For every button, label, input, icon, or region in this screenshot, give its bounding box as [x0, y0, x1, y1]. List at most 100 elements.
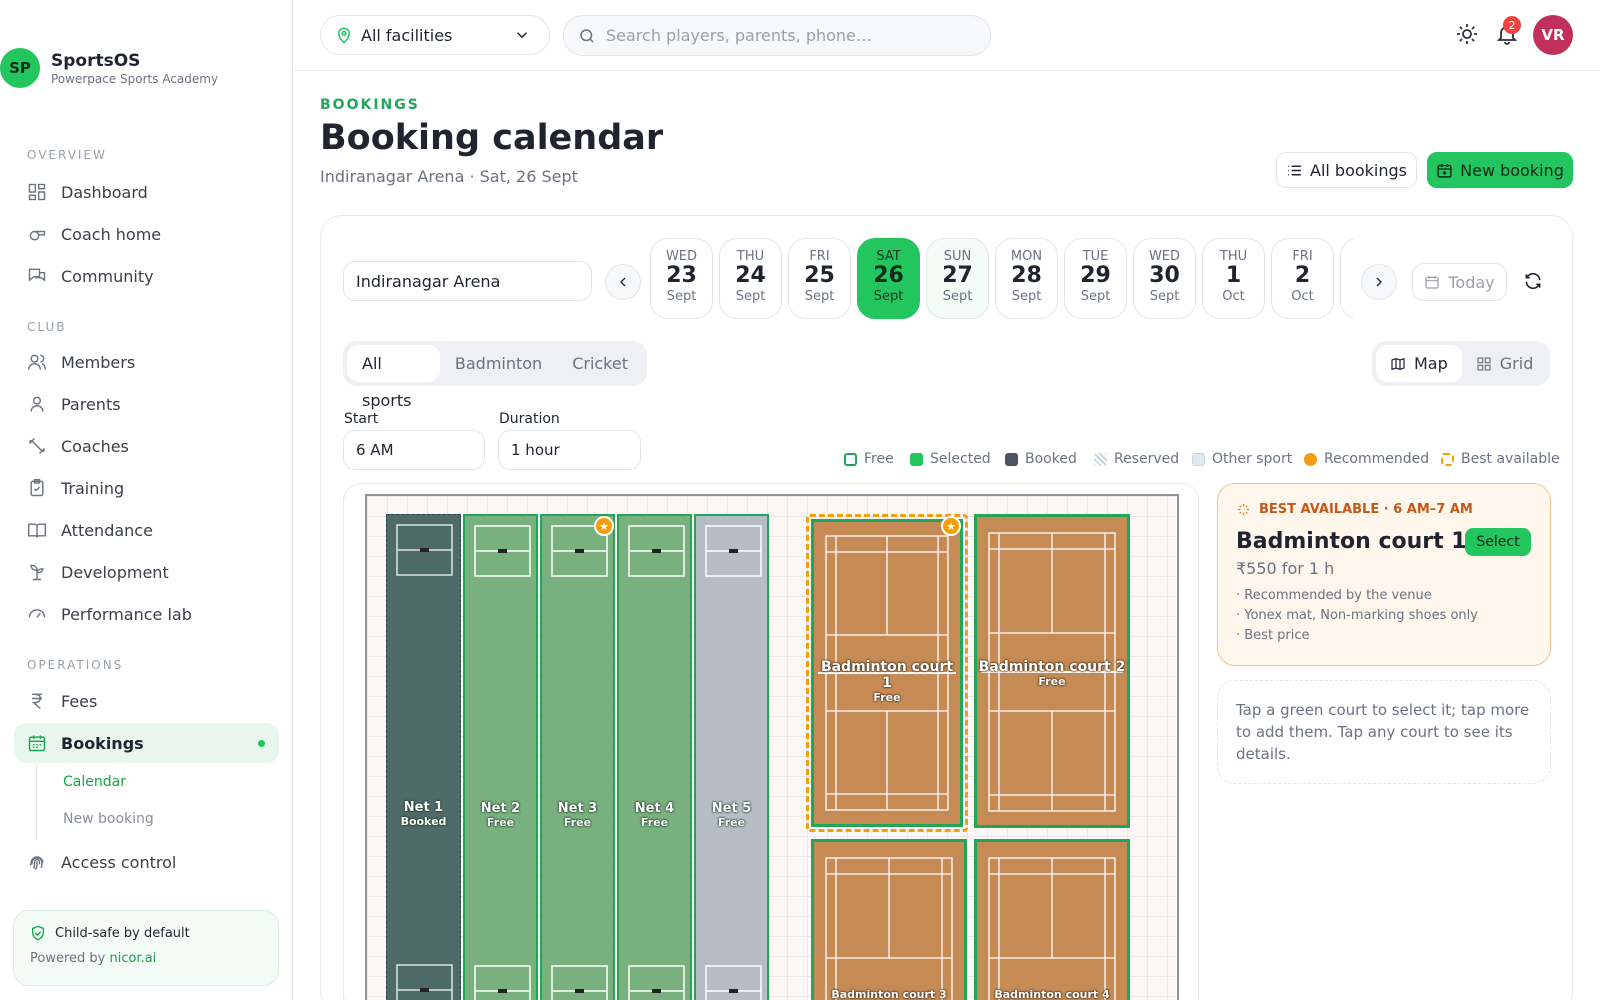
- gauge-icon: [27, 604, 47, 624]
- powered-by-link[interactable]: nicor.ai: [109, 951, 156, 966]
- refresh-icon[interactable]: [1523, 271, 1543, 295]
- date-chip[interactable]: SUN 27 Sept: [926, 238, 989, 319]
- net-status: Booked: [400, 815, 447, 828]
- badminton-court-3[interactable]: Badminton court 3: [811, 839, 967, 1000]
- date-chip[interactable]: WED 23 Sept: [650, 238, 713, 319]
- net-lines: [705, 525, 762, 1000]
- date-chip[interactable]: WED 30 Sept: [1133, 238, 1196, 319]
- court-lines: [825, 857, 953, 1000]
- badminton-court-4[interactable]: Badminton court 4: [974, 839, 1130, 1000]
- sidebar-item-parents[interactable]: Parents: [14, 384, 279, 424]
- sidebar-item-label: Attendance: [61, 520, 153, 540]
- list-icon: [1288, 165, 1301, 175]
- brand-name: SportsOS: [51, 50, 141, 71]
- sidebar: SP SportsOS Powerpace Sports Academy OVE…: [0, 0, 293, 1000]
- sidebar-item-training[interactable]: Training: [14, 468, 279, 508]
- net-1[interactable]: Net 1 Booked: [386, 514, 461, 1000]
- facility-select[interactable]: All facilities: [320, 15, 550, 55]
- sidebar-item-community[interactable]: Community: [14, 256, 279, 296]
- net-status: Free: [717, 816, 746, 829]
- court-name: Badminton court 1: [820, 659, 954, 691]
- all-bookings-button[interactable]: All bookings: [1276, 152, 1417, 188]
- chevron-down-icon: [516, 32, 528, 39]
- tab-grid[interactable]: Grid: [1462, 345, 1548, 382]
- search-bar[interactable]: [563, 15, 991, 56]
- duration-select[interactable]: 1 hour: [498, 430, 641, 470]
- net-3[interactable]: Net 3 Free: [540, 514, 615, 1000]
- date-chip[interactable]: MON 28 Sept: [995, 238, 1058, 319]
- date-chip-selected[interactable]: SAT 26 Sept: [857, 238, 920, 319]
- net-lines: [396, 524, 453, 1000]
- dumbbell-icon: [27, 436, 47, 456]
- date-chip[interactable]: FRI 25 Sept: [788, 238, 851, 319]
- prev-dates-button[interactable]: [605, 264, 641, 300]
- legend-best-available: Best available: [1441, 451, 1560, 467]
- new-booking-button[interactable]: New booking: [1427, 152, 1573, 188]
- legend-booked: Booked: [1005, 451, 1077, 467]
- court-lines: [988, 857, 1116, 1000]
- date-strip: WED 23 Sept THU 24 Sept FRI 25 Sept SAT 26 Sept …: [650, 238, 1353, 320]
- sport-filter: All sports Badminton Cricket: [343, 341, 647, 410]
- brand[interactable]: SP SportsOS Powerpace Sports Academy: [0, 48, 218, 88]
- date-chip[interactable]: THU 1 Oct: [1202, 238, 1265, 319]
- list-item: · Recommended by the venue: [1236, 588, 1432, 603]
- sidebar-item-label: Dashboard: [61, 182, 148, 202]
- best-price: ₹550 for 1 h: [1236, 559, 1335, 578]
- subnav-calendar[interactable]: Calendar: [63, 764, 154, 801]
- tab-badminton[interactable]: Badminton: [440, 345, 557, 382]
- map-icon: [1391, 357, 1405, 370]
- net-name: Net 1: [403, 800, 444, 815]
- net-2[interactable]: Net 2 Free: [463, 514, 538, 1000]
- users-icon: [27, 352, 47, 372]
- court-name: Badminton court 4: [994, 988, 1110, 1000]
- sparkle-icon: [1237, 503, 1250, 516]
- sidebar-item-attendance[interactable]: Attendance: [14, 510, 279, 550]
- select-button[interactable]: Select: [1465, 528, 1531, 556]
- sidebar-item-label: Development: [61, 562, 169, 582]
- sidebar-item-label: Members: [61, 352, 136, 372]
- badminton-court-2[interactable]: Badminton court 2 Free: [974, 514, 1130, 828]
- net-4[interactable]: Net 4 Free: [617, 514, 692, 1000]
- sidebar-item-label: Fees: [61, 691, 98, 711]
- sidebar-item-coach-home[interactable]: Coach home: [14, 214, 279, 254]
- avatar[interactable]: VR: [1533, 15, 1573, 55]
- date-chip[interactable]: TUE 29 Sept: [1064, 238, 1127, 319]
- sidebar-item-label: Training: [61, 478, 125, 498]
- next-dates-button[interactable]: [1361, 264, 1397, 300]
- tab-cricket[interactable]: Cricket: [557, 345, 643, 382]
- sun-icon[interactable]: [1455, 22, 1481, 48]
- chevron-right-icon: [1376, 277, 1382, 287]
- net-status: Free: [563, 816, 592, 829]
- date-chip[interactable]: FRI 2 Oct: [1271, 238, 1334, 319]
- sidebar-item-development[interactable]: Development: [14, 552, 279, 592]
- subnav-new-booking[interactable]: New booking: [63, 801, 154, 838]
- best-available-card: BEST AVAILABLE · 6 AM–7 AM Badminton cou…: [1217, 483, 1551, 666]
- net-name: Net 4: [634, 801, 675, 816]
- date-chip-partial[interactable]: [1340, 238, 1353, 319]
- search-input[interactable]: [606, 26, 966, 45]
- badminton-court-1[interactable]: Badminton court 1 Free: [811, 519, 963, 827]
- tab-map[interactable]: Map: [1376, 345, 1462, 382]
- sidebar-item-performance-lab[interactable]: Performance lab: [14, 594, 279, 634]
- sidebar-item-members[interactable]: Members: [14, 342, 279, 382]
- best-notes: · Recommended by the venue · Yonex mat, …: [1236, 586, 1532, 646]
- date-chip[interactable]: THU 24 Sept: [719, 238, 782, 319]
- sidebar-item-bookings[interactable]: Bookings: [14, 723, 279, 763]
- venue-input[interactable]: Indiranagar Arena: [343, 261, 592, 301]
- notification-badge: 2: [1503, 16, 1521, 34]
- sidebar-item-fees[interactable]: Fees: [14, 681, 279, 721]
- sidebar-item-access-control[interactable]: Access control: [14, 842, 279, 882]
- tab-all-sports[interactable]: All sports: [347, 345, 440, 410]
- today-button[interactable]: Today: [1412, 263, 1507, 301]
- net-5[interactable]: Net 5 Free: [694, 514, 769, 1000]
- net-name: Net 3: [557, 801, 598, 816]
- best-header: BEST AVAILABLE · 6 AM–7 AM: [1259, 502, 1473, 517]
- start-select[interactable]: 6 AM: [343, 430, 485, 470]
- facility-value: All facilities: [361, 25, 453, 45]
- sidebar-item-dashboard[interactable]: Dashboard: [14, 172, 279, 212]
- sidebar-item-coaches[interactable]: Coaches: [14, 426, 279, 466]
- court-name: Badminton court 3: [831, 988, 947, 1000]
- sidebar-item-label: Coaches: [61, 436, 129, 456]
- book-icon: [27, 520, 47, 540]
- calendar-plus-icon: [1437, 163, 1452, 178]
